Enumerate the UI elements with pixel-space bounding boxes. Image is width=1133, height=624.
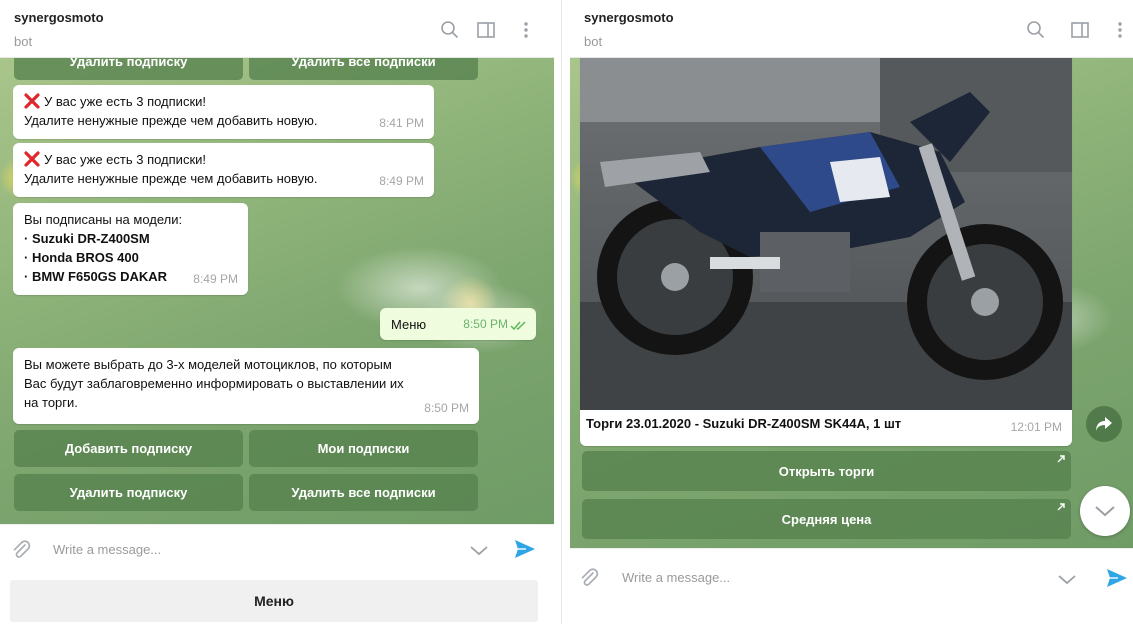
- link-arrow-icon: [1057, 503, 1065, 511]
- link-arrow-icon: [1057, 455, 1065, 463]
- more-vertical-icon[interactable]: [1110, 20, 1130, 40]
- chat-header: synergosmoto bot: [0, 0, 554, 58]
- model-item: · Honda BROS 400: [24, 250, 139, 265]
- attach-icon[interactable]: [578, 567, 600, 589]
- info-line: Вас будут заблаговременно информировать …: [24, 376, 404, 391]
- auction-post: Торги 23.01.2020 - Suzuki DR-Z400SM SK44…: [580, 58, 1072, 446]
- info-line: Вы можете выбрать до 3-х моделей мотоцик…: [24, 357, 392, 372]
- message-line: Удалите ненужные прежде чем добавить нов…: [24, 171, 318, 186]
- post-time: 12:01 PM: [1010, 420, 1062, 434]
- post-caption: Торги 23.01.2020 - Suzuki DR-Z400SM SK44…: [586, 416, 902, 431]
- model-item: · Suzuki DR-Z400SM: [24, 231, 150, 246]
- chevron-down-icon[interactable]: [468, 540, 490, 562]
- message-bubble: У вас уже есть 3 подписки! Удалите ненуж…: [13, 143, 434, 197]
- add-subscription-button[interactable]: Добавить подписку: [14, 430, 243, 467]
- outgoing-text: Меню: [391, 317, 427, 332]
- message-composer: Write a message...: [0, 524, 554, 576]
- chat-history[interactable]: Удалить подписку Удалить все подписки У …: [0, 58, 554, 524]
- chat-subtitle: bot: [14, 34, 33, 49]
- chat-title[interactable]: synergosmoto: [584, 10, 674, 25]
- chevron-down-icon[interactable]: [1056, 569, 1078, 591]
- message-bubble: У вас уже есть 3 подписки! Удалите ненуж…: [13, 85, 434, 139]
- motorcycle-photo[interactable]: [580, 58, 1072, 410]
- share-button[interactable]: [1086, 406, 1122, 442]
- info-line: на торги.: [24, 395, 78, 410]
- message-input[interactable]: Write a message...: [53, 542, 161, 557]
- average-price-button[interactable]: Средняя цена: [582, 499, 1071, 539]
- open-auction-button[interactable]: Открыть торги: [582, 451, 1071, 491]
- send-icon[interactable]: [514, 538, 536, 560]
- left-chat-window: synergosmoto bot Удалить подписку Удалит…: [0, 0, 554, 624]
- message-line: Удалите ненужные прежде чем добавить нов…: [24, 113, 318, 128]
- search-icon[interactable]: [440, 20, 460, 40]
- message-time: 8:49 PM: [379, 174, 424, 188]
- sidebar-toggle-icon[interactable]: [1070, 20, 1090, 40]
- menu-keyboard-button[interactable]: Меню: [10, 580, 538, 622]
- share-icon: [1096, 417, 1112, 431]
- cross-icon: [24, 93, 40, 109]
- subscriptions-intro: Вы подписаны на модели:: [24, 212, 183, 227]
- info-message: Вы можете выбрать до 3-х моделей мотоцик…: [13, 348, 479, 424]
- chat-history[interactable]: Торги 23.01.2020 - Suzuki DR-Z400SM SK44…: [570, 58, 1133, 548]
- message-time: 8:50 PM: [463, 317, 508, 331]
- panel-divider: [554, 0, 570, 624]
- my-subscriptions-button[interactable]: Мои подписки: [249, 430, 478, 467]
- message-composer: Write a message...: [570, 548, 1133, 608]
- message-time: 8:49 PM: [193, 272, 238, 286]
- double-check-icon: [510, 321, 526, 331]
- message-input[interactable]: Write a message...: [622, 570, 730, 585]
- message-line: У вас уже есть 3 подписки!: [44, 94, 206, 109]
- outgoing-message: Меню 8:50 PM: [380, 308, 536, 340]
- more-vertical-icon[interactable]: [516, 20, 536, 40]
- chat-header: synergosmoto bot: [570, 0, 1133, 58]
- chat-title[interactable]: synergosmoto: [14, 10, 104, 25]
- delete-all-subscriptions-button-top[interactable]: Удалить все подписки: [249, 58, 478, 80]
- cross-icon: [24, 151, 40, 167]
- scroll-down-button[interactable]: [1080, 486, 1130, 536]
- chat-subtitle: bot: [584, 34, 603, 49]
- message-time: 8:50 PM: [424, 401, 469, 415]
- message-line: У вас уже есть 3 подписки!: [44, 152, 206, 167]
- delete-all-subscriptions-button[interactable]: Удалить все подписки: [249, 474, 478, 511]
- message-time: 8:41 PM: [379, 116, 424, 130]
- average-price-label: Средняя цена: [781, 511, 872, 527]
- attach-icon[interactable]: [10, 539, 32, 561]
- subscriptions-message: Вы подписаны на модели: · Suzuki DR-Z400…: [13, 203, 248, 295]
- open-auction-label: Открыть торги: [778, 463, 875, 479]
- search-icon[interactable]: [1026, 20, 1046, 40]
- delete-subscription-button-top[interactable]: Удалить подписку: [14, 58, 243, 80]
- send-icon[interactable]: [1106, 567, 1128, 589]
- delete-subscription-button[interactable]: Удалить подписку: [14, 474, 243, 511]
- chevron-down-icon: [1095, 506, 1115, 517]
- sidebar-toggle-icon[interactable]: [476, 20, 496, 40]
- right-chat-window: synergosmoto bot Торги 23.01.2020 - Suzu…: [570, 0, 1133, 624]
